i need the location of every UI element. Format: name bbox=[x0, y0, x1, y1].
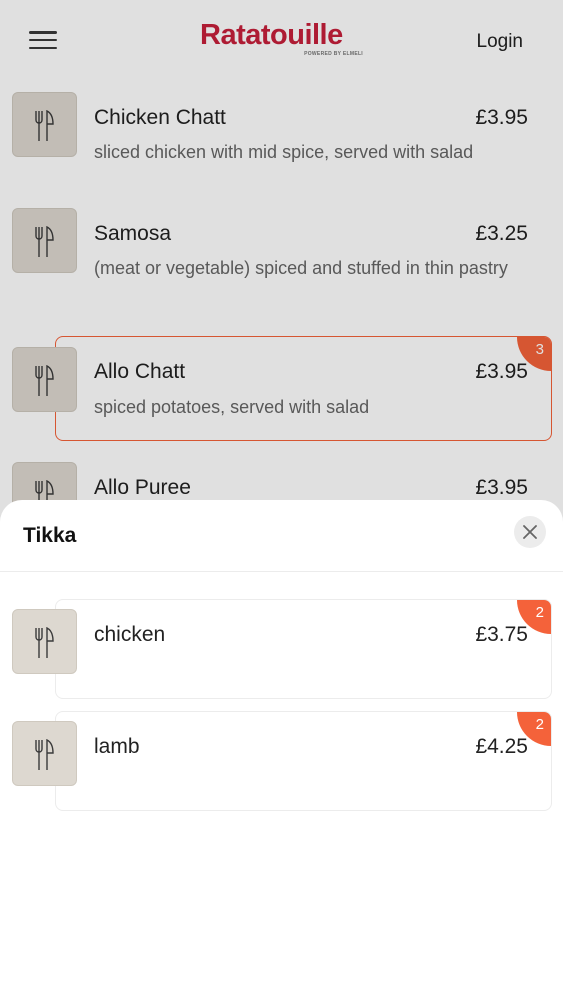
cutlery-icon bbox=[12, 721, 77, 786]
option-name: lamb bbox=[94, 735, 140, 758]
option-price: £4.25 bbox=[475, 735, 528, 758]
option-item[interactable]: 2 lamb £4.25 bbox=[0, 711, 563, 811]
options-sheet: Tikka 2 chicken £3.75 2 lamb £4.25 bbox=[0, 500, 563, 1000]
option-card: 2 bbox=[55, 599, 552, 699]
option-item[interactable]: 2 chicken £3.75 bbox=[0, 599, 563, 699]
sheet-title: Tikka bbox=[23, 524, 77, 547]
cutlery-icon bbox=[12, 609, 77, 674]
close-icon bbox=[523, 525, 537, 539]
divider bbox=[0, 571, 563, 572]
option-card: 2 bbox=[55, 711, 552, 811]
option-price: £3.75 bbox=[475, 623, 528, 646]
option-name: chicken bbox=[94, 623, 166, 646]
close-button[interactable] bbox=[514, 516, 546, 548]
